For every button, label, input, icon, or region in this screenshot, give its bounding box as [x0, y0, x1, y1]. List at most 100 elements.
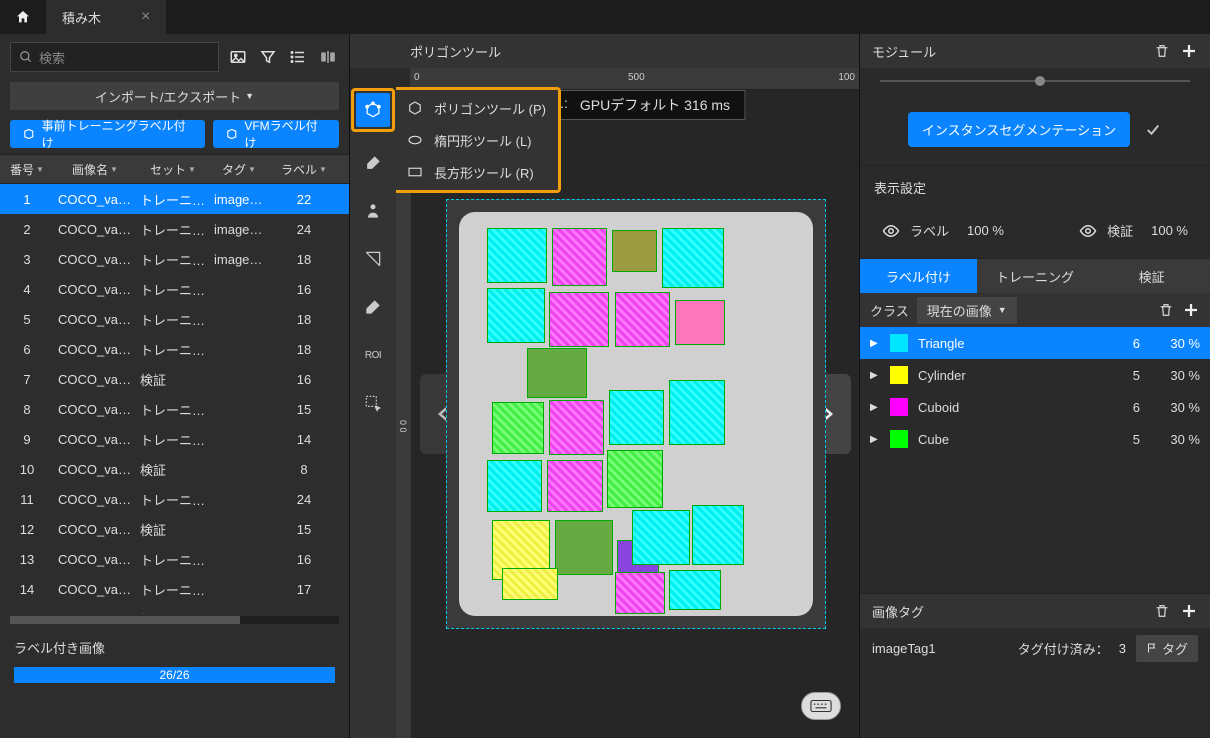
pretrain-label-button[interactable]: 事前トレーニングラベル付け — [10, 120, 205, 148]
brush-tool[interactable] — [356, 146, 390, 180]
horizontal-scrollbar[interactable] — [10, 616, 339, 624]
person-tool[interactable] — [356, 194, 390, 228]
plus-icon[interactable] — [1180, 602, 1198, 620]
tab-label[interactable]: ラベル付け — [860, 259, 977, 293]
col-num[interactable]: 番号▼ — [0, 161, 54, 178]
left-panel: 検索 インポート/エクスポート ▼ 事前トレーニングラベル付け VFMラベル — [0, 34, 350, 738]
image-tag-row[interactable]: imageTag1 タグ付け済み： 3 タグ — [860, 628, 1210, 668]
labeled-progress: 26/26 — [14, 667, 335, 683]
polygon-icon — [225, 127, 239, 141]
color-swatch — [890, 334, 908, 352]
table-row[interactable]: 6COCO_va…トレーニ…18 — [0, 334, 349, 364]
display-verify-toggle[interactable]: 検証 100 % — [1079, 221, 1188, 240]
class-list: ▶Triangle630 %▶Cylinder530 %▶Cuboid630 %… — [860, 327, 1210, 455]
table-row[interactable]: 10COCO_va…検証8 — [0, 454, 349, 484]
chevron-right-icon: ▶ — [870, 338, 880, 349]
col-label[interactable]: ラベル▼ — [268, 161, 340, 178]
table-row[interactable]: 13COCO_va…トレーニ…16 — [0, 544, 349, 574]
keyboard-icon[interactable] — [801, 692, 841, 720]
table-row[interactable]: 15COCO_va…検証14 — [0, 604, 349, 614]
col-name[interactable]: 画像名▼ — [54, 161, 136, 178]
trash-icon[interactable] — [1154, 43, 1170, 59]
import-export-button[interactable]: インポート/エクスポート ▼ — [10, 82, 339, 110]
center-panel: ポリゴンツール 0 500 100 ポリゴンツール (P) — [350, 34, 860, 738]
canvas-tool-title: ポリゴンツール — [410, 42, 501, 61]
class-row[interactable]: ▶Triangle630 % — [860, 327, 1210, 359]
color-swatch — [890, 366, 908, 384]
table-row[interactable]: 14COCO_va…トレーニ…17 — [0, 574, 349, 604]
polygon-icon — [406, 99, 424, 117]
plus-icon[interactable] — [1180, 42, 1198, 60]
popup-rect-tool[interactable]: 長方形ツール (R) — [396, 156, 558, 188]
polygon-tool[interactable] — [356, 93, 390, 127]
display-settings-title: 表示設定 — [860, 165, 1210, 209]
popup-ellipse-tool[interactable]: 楕円形ツール (L) — [396, 124, 558, 156]
table-row[interactable]: 5COCO_va…トレーニ…18 — [0, 304, 349, 334]
chevron-right-icon: ▶ — [870, 434, 880, 445]
table-row[interactable]: 9COCO_va…トレーニ…14 — [0, 424, 349, 454]
list-icon[interactable] — [287, 46, 309, 68]
table-row[interactable]: 8COCO_va…トレーニ…15 — [0, 394, 349, 424]
class-row[interactable]: ▶Cylinder530 % — [860, 359, 1210, 391]
tag-button[interactable]: タグ — [1136, 635, 1198, 662]
center-header: ポリゴンツール — [350, 34, 859, 68]
table-row[interactable]: 12COCO_va…検証15 — [0, 514, 349, 544]
search-input[interactable]: 検索 — [10, 42, 219, 72]
mode-tabs: ラベル付け トレーニング 検証 — [860, 258, 1210, 293]
mirror-icon[interactable] — [317, 46, 339, 68]
right-panel: モジュール インスタンスセグメンテーション 表示設定 ラベル 100 % — [860, 34, 1210, 738]
image-table-body[interactable]: 1COCO_va…トレーニ…image…222COCO_va…トレーニ…imag… — [0, 184, 349, 614]
close-tab-icon[interactable]: × — [141, 8, 150, 26]
chevron-right-icon: ▶ — [870, 402, 880, 413]
select-tool[interactable] — [356, 386, 390, 420]
display-label-toggle[interactable]: ラベル 100 % — [882, 221, 1004, 240]
image-icon[interactable] — [227, 46, 249, 68]
plus-icon[interactable] — [1182, 301, 1200, 319]
vfm-label-button[interactable]: VFMラベル付け — [213, 120, 339, 148]
eye-icon — [1079, 222, 1097, 240]
col-set[interactable]: セット▼ — [136, 161, 210, 178]
popup-polygon-tool[interactable]: ポリゴンツール (P) — [396, 92, 558, 124]
color-swatch — [890, 398, 908, 416]
filter-icon[interactable] — [257, 46, 279, 68]
col-tag[interactable]: タグ▼ — [210, 161, 268, 178]
roi-tool[interactable]: ROI — [356, 338, 390, 372]
image-tag-header: 画像タグ — [860, 594, 1210, 628]
image-canvas[interactable] — [446, 199, 826, 629]
table-row[interactable]: 2COCO_va…トレーニ…image…24 — [0, 214, 349, 244]
table-row[interactable]: 7COCO_va…検証16 — [0, 364, 349, 394]
eye-icon — [882, 222, 900, 240]
class-header: クラス 現在の画像 ▼ — [860, 293, 1210, 327]
project-tab-label: 積み木 — [62, 8, 101, 27]
project-tab[interactable]: 積み木 × — [46, 0, 166, 34]
tab-verify[interactable]: 検証 — [1093, 259, 1210, 293]
titlebar: 積み木 × — [0, 0, 1210, 34]
home-button[interactable] — [0, 0, 46, 34]
module-track — [860, 68, 1210, 112]
module-chip[interactable]: インスタンスセグメンテーション — [908, 112, 1130, 147]
class-row[interactable]: ▶Cube530 % — [860, 423, 1210, 455]
labeled-images-label: ラベル付き画像 — [14, 638, 335, 657]
class-scope-select[interactable]: 現在の画像 ▼ — [917, 297, 1017, 324]
color-swatch — [890, 430, 908, 448]
chevron-down-icon: ▼ — [245, 91, 254, 101]
tab-train[interactable]: トレーニング — [977, 259, 1094, 293]
search-icon — [19, 50, 33, 64]
search-placeholder: 検索 — [39, 48, 65, 67]
table-row[interactable]: 11COCO_va…トレーニ…24 — [0, 484, 349, 514]
rectangle-icon — [406, 163, 424, 181]
trash-icon[interactable] — [1154, 603, 1170, 619]
check-icon — [1144, 121, 1162, 139]
class-row[interactable]: ▶Cuboid630 % — [860, 391, 1210, 423]
flag-icon — [1146, 642, 1158, 654]
table-row[interactable]: 4COCO_va…トレーニ…16 — [0, 274, 349, 304]
trash-icon[interactable] — [1158, 302, 1174, 318]
tool-popup: ポリゴンツール (P) 楕円形ツール (L) 長方形ツール (R) — [396, 87, 561, 193]
ellipse-icon — [406, 131, 424, 149]
image-table-header: 番号▼ 画像名▼ セット▼ タグ▼ ラベル▼ — [0, 154, 349, 184]
eraser-tool[interactable] — [356, 290, 390, 324]
table-row[interactable]: 1COCO_va…トレーニ…image…22 — [0, 184, 349, 214]
polygon-icon — [22, 127, 36, 141]
ruler-tool[interactable] — [356, 242, 390, 276]
table-row[interactable]: 3COCO_va…トレーニ…image…18 — [0, 244, 349, 274]
